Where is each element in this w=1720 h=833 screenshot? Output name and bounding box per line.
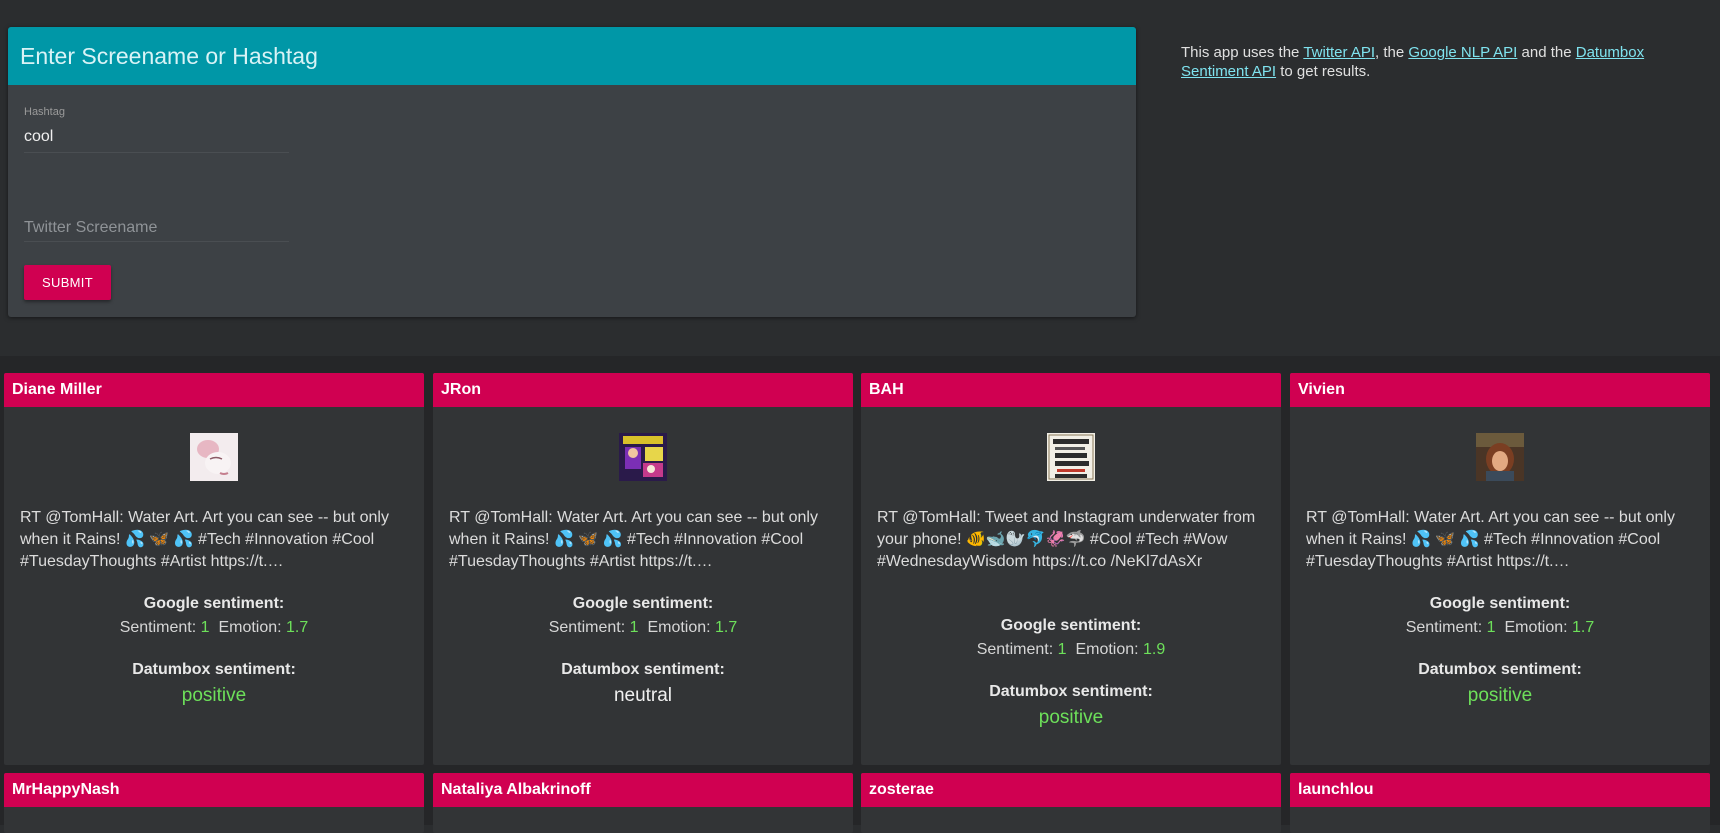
- twitter-api-link[interactable]: Twitter API: [1303, 44, 1375, 61]
- sentiment-score: 1: [629, 619, 639, 636]
- datumbox-sentiment-value: positive: [1467, 685, 1533, 706]
- emotion-score: 1.7: [286, 619, 309, 636]
- emotion-label: Emotion:: [218, 619, 282, 636]
- avatar: [190, 433, 238, 481]
- about-text-2: , the: [1375, 44, 1409, 61]
- emotion-label: Emotion:: [647, 619, 711, 636]
- tweet-card: Diane Miller RT @TomHall: Water Art. Art…: [4, 373, 424, 765]
- card-username: zosterae: [861, 773, 1281, 807]
- google-sentiment-values: Sentiment: 1 Emotion: 1.9: [861, 641, 1281, 659]
- tweet-text: RT @TomHall: Tweet and Instagram underwa…: [877, 509, 1256, 570]
- sentiment-score: 1: [1486, 619, 1496, 636]
- form-header: Enter Screename or Hashtag: [8, 27, 1136, 85]
- sentiment-label: Sentiment:: [976, 641, 1054, 658]
- emotion-score: 1.7: [715, 619, 738, 636]
- about-text-4: to get results.: [1276, 63, 1371, 80]
- tweet-card: MrHappyNash: [4, 773, 424, 833]
- datumbox-sentiment-value: neutral: [613, 685, 673, 706]
- datumbox-sentiment-heading: Datumbox sentiment:: [989, 683, 1153, 700]
- google-sentiment-values: Sentiment: 1 Emotion: 1.7: [4, 619, 424, 637]
- tweet-card: zosterae: [861, 773, 1281, 833]
- tweet-card: Vivien RT @TomHall: Water Art. Art you c…: [1290, 373, 1710, 765]
- submit-button[interactable]: SUBMIT: [24, 265, 111, 300]
- card-username: launchlou: [1290, 773, 1710, 807]
- google-sentiment-heading: Google sentiment:: [1429, 595, 1571, 612]
- card-username: JRon: [433, 373, 853, 407]
- sentiment-score: 1: [1057, 641, 1067, 658]
- card-username: BAH: [861, 373, 1281, 407]
- card-username: MrHappyNash: [4, 773, 424, 807]
- avatar: [619, 433, 667, 481]
- tweet-card: BAH RT @TomHall: Tweet and Instagram und…: [861, 373, 1281, 765]
- tweet-card: launchlou: [1290, 773, 1710, 833]
- google-nlp-api-link[interactable]: Google NLP API: [1408, 44, 1517, 61]
- google-sentiment-heading: Google sentiment:: [572, 595, 714, 612]
- google-sentiment-values: Sentiment: 1 Emotion: 1.7: [433, 619, 853, 637]
- tweet-card: JRon RT @TomHall: Water Art. Art you can…: [433, 373, 853, 765]
- datumbox-sentiment-heading: Datumbox sentiment:: [132, 661, 296, 678]
- emotion-label: Emotion:: [1504, 619, 1568, 636]
- datumbox-sentiment-heading: Datumbox sentiment:: [1418, 661, 1582, 678]
- avatar: [1476, 433, 1524, 481]
- search-form-card: Enter Screename or Hashtag Hashtag cool …: [8, 27, 1136, 317]
- emotion-score: 1.9: [1143, 641, 1166, 658]
- results-area: Diane Miller RT @TomHall: Water Art. Art…: [0, 356, 1720, 833]
- about-text-3: and the: [1517, 44, 1576, 61]
- datumbox-sentiment-value: positive: [181, 685, 247, 706]
- emotion-label: Emotion:: [1075, 641, 1139, 658]
- card-username: Vivien: [1290, 373, 1710, 407]
- tweet-text: RT @TomHall: Water Art. Art you can see …: [449, 509, 818, 570]
- google-sentiment-heading: Google sentiment:: [1000, 617, 1142, 634]
- about-text: This app uses the Twitter API, the Googl…: [1181, 43, 1681, 81]
- about-text-1: This app uses the: [1181, 44, 1304, 61]
- tweet-text: RT @TomHall: Water Art. Art you can see …: [20, 509, 389, 570]
- datumbox-sentiment-value: positive: [1038, 707, 1104, 728]
- google-sentiment-values: Sentiment: 1 Emotion: 1.7: [1290, 619, 1710, 637]
- sentiment-score: 1: [200, 619, 210, 636]
- avatar: [1047, 433, 1095, 481]
- hashtag-input[interactable]: cool: [24, 128, 289, 153]
- card-username: Nataliya Albakrinoff: [433, 773, 853, 807]
- tweet-card: Nataliya Albakrinoff: [433, 773, 853, 833]
- card-username: Diane Miller: [4, 373, 424, 407]
- datumbox-sentiment-heading: Datumbox sentiment:: [561, 661, 725, 678]
- emotion-score: 1.7: [1572, 619, 1595, 636]
- tweet-text: RT @TomHall: Water Art. Art you can see …: [1306, 509, 1675, 570]
- sentiment-label: Sentiment:: [119, 619, 197, 636]
- screenname-input[interactable]: [24, 215, 289, 242]
- sentiment-label: Sentiment:: [1405, 619, 1483, 636]
- google-sentiment-heading: Google sentiment:: [143, 595, 285, 612]
- sentiment-label: Sentiment:: [548, 619, 626, 636]
- hashtag-label: Hashtag: [24, 106, 65, 118]
